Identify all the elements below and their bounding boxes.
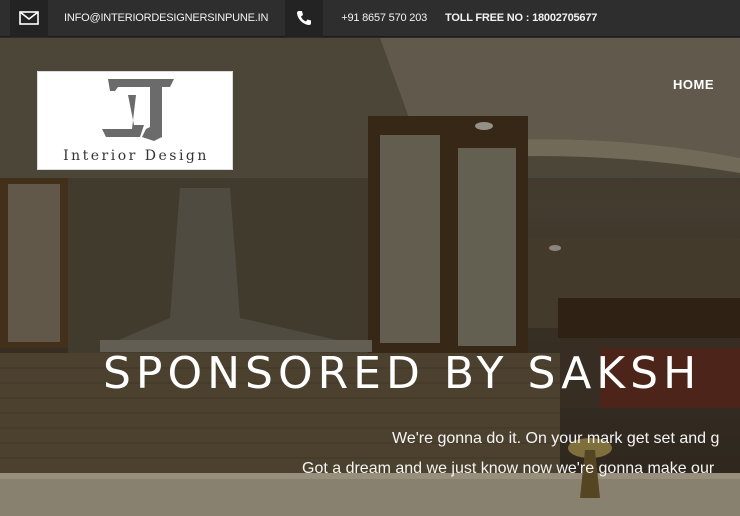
hero-headline: SPONSORED BY SAKSH <box>103 348 702 399</box>
hero-subtext-line-2: Got a dream and we just know now we're g… <box>302 460 715 477</box>
envelope-icon[interactable] <box>10 0 48 37</box>
nav-home-link[interactable]: HOME <box>673 77 714 92</box>
hero-subtext-line-1: We're gonna do it. On your mark get set … <box>392 430 720 447</box>
hero-banner: Interior Design HOME SPONSORED BY SAKSH … <box>0 38 740 516</box>
logo-monogram-icon <box>102 79 174 141</box>
site-logo[interactable]: Interior Design <box>37 71 233 170</box>
logo-text: Interior Design <box>63 148 209 164</box>
toll-free-number: TOLL FREE NO : 18002705677 <box>445 12 598 24</box>
phone-number[interactable]: +91 8657 570 203 <box>341 12 427 24</box>
phone-icon <box>285 0 324 37</box>
top-contact-bar: INFO@INTERIORDESIGNERSINPUNE.IN +91 8657… <box>0 0 740 37</box>
email-link[interactable]: INFO@INTERIORDESIGNERSINPUNE.IN <box>64 12 268 24</box>
